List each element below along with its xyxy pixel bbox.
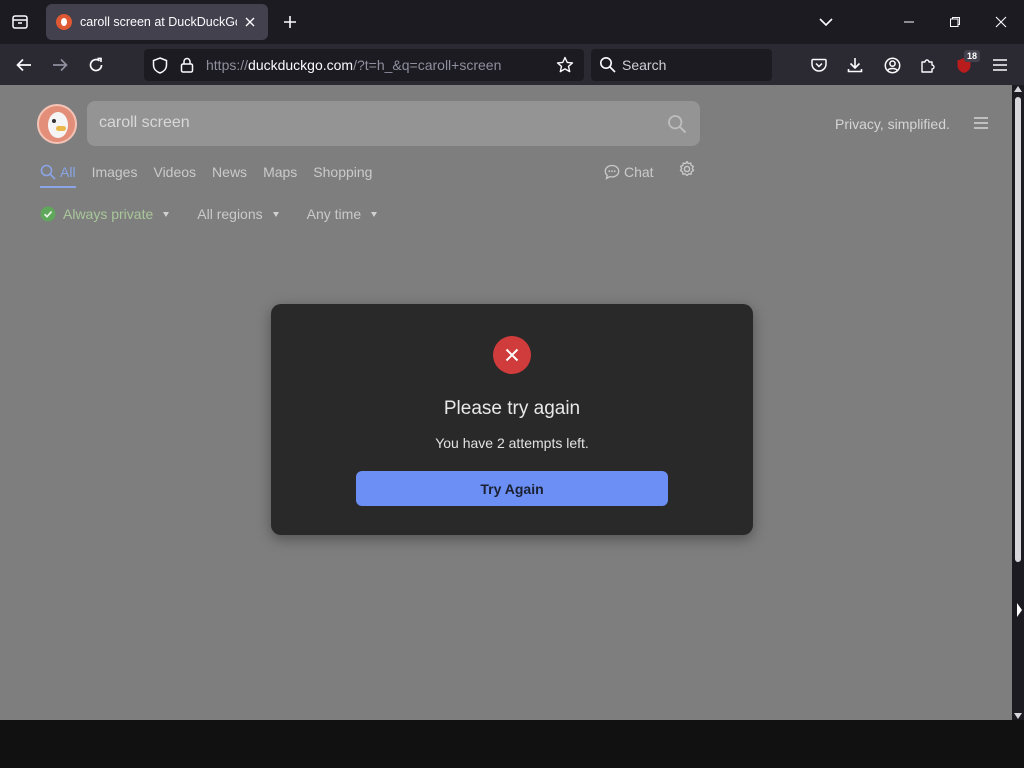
duckduckgo-favicon-icon	[56, 14, 72, 30]
dialog-title: Please try again	[443, 398, 581, 419]
tab-label: Maps	[263, 164, 298, 180]
back-arrow-icon[interactable]	[11, 52, 37, 78]
restore-window-icon[interactable]	[932, 0, 978, 44]
pocket-icon[interactable]	[806, 52, 832, 78]
tab-label: News	[212, 164, 248, 180]
tab-all[interactable]: All	[40, 158, 76, 188]
bookmark-star-icon[interactable]	[556, 56, 574, 74]
settings-gear-icon[interactable]	[678, 160, 696, 178]
caret-down-icon	[272, 211, 279, 217]
time-filter-dropdown[interactable]: Any time	[306, 206, 378, 222]
chat-label: Chat	[624, 164, 654, 180]
browser-search-bar[interactable]: Search	[591, 49, 772, 81]
filter-label: All regions	[197, 206, 263, 222]
search-icon	[40, 164, 56, 180]
dialog-message: You have 2 attempts left.	[435, 435, 589, 451]
tab-images[interactable]: Images	[92, 158, 138, 186]
chat-bubble-icon	[604, 164, 620, 180]
search-icon	[599, 56, 617, 74]
forward-arrow-icon[interactable]	[47, 52, 73, 78]
account-avatar-icon[interactable]	[879, 52, 905, 78]
tab-news[interactable]: News	[212, 158, 247, 186]
lock-icon[interactable]	[178, 56, 196, 74]
tab-bar: caroll screen at DuckDuckGo	[0, 0, 1024, 44]
close-tab-icon[interactable]	[243, 14, 258, 30]
tab-maps[interactable]: Maps	[263, 158, 297, 186]
firefox-view-icon[interactable]	[8, 10, 32, 34]
privacy-filter-dropdown[interactable]: Always private	[40, 206, 170, 222]
extension-badge-count: 18	[964, 50, 980, 62]
filter-label: Any time	[306, 206, 362, 222]
reload-icon[interactable]	[83, 52, 109, 78]
error-x-circle-icon	[493, 336, 531, 374]
browser-tab-active[interactable]: caroll screen at DuckDuckGo	[46, 4, 268, 40]
scroll-down-arrow-icon[interactable]	[1014, 713, 1022, 719]
search-icon[interactable]	[667, 114, 687, 134]
tab-shopping[interactable]: Shopping	[313, 158, 372, 186]
scrollbar-thumb[interactable]	[1015, 97, 1021, 562]
downloads-icon[interactable]	[842, 52, 868, 78]
try-again-button[interactable]: Try Again	[356, 471, 668, 506]
url-text[interactable]: https://duckduckgo.com/?t=h_&q=caroll+sc…	[206, 57, 501, 73]
navigation-toolbar: https://duckduckgo.com/?t=h_&q=caroll+sc…	[0, 44, 1024, 85]
taskbar-area	[0, 720, 1024, 768]
url-host: duckduckgo.com	[248, 57, 354, 73]
list-all-tabs-chevron-down-icon[interactable]	[814, 10, 838, 34]
close-window-icon[interactable]	[978, 0, 1024, 44]
app-menu-hamburger-icon[interactable]	[987, 52, 1013, 78]
caret-down-icon	[163, 211, 170, 217]
tab-label: All	[60, 164, 76, 180]
address-bar[interactable]: https://duckduckgo.com/?t=h_&q=caroll+sc…	[144, 49, 584, 81]
ddg-search-input[interactable]: caroll screen	[87, 101, 700, 146]
mouse-cursor-icon	[1017, 603, 1022, 617]
page-scrollbar[interactable]	[1012, 85, 1024, 720]
ublock-origin-icon[interactable]: 18	[951, 50, 980, 78]
minimize-window-icon[interactable]	[886, 0, 932, 44]
caret-down-icon	[371, 211, 378, 217]
page-viewport: caroll screen Privacy, simplified. All I…	[0, 85, 1012, 720]
region-filter-dropdown[interactable]: All regions	[197, 206, 279, 222]
ddg-menu-hamburger-icon[interactable]	[972, 116, 990, 132]
scroll-up-arrow-icon[interactable]	[1014, 86, 1022, 92]
privacy-tagline[interactable]: Privacy, simplified.	[835, 116, 950, 132]
search-placeholder: Search	[622, 57, 667, 73]
error-dialog: Please try again You have 2 attempts lef…	[271, 304, 753, 535]
url-path: /?t=h_&q=caroll+screen	[353, 57, 502, 73]
tab-videos[interactable]: Videos	[153, 158, 196, 186]
tab-label: Shopping	[313, 164, 373, 180]
tab-label: Videos	[153, 164, 197, 180]
check-circle-icon	[40, 206, 56, 222]
duckduckgo-logo[interactable]	[37, 104, 77, 144]
tab-title: caroll screen at DuckDuckGo	[80, 15, 237, 29]
search-verticals-tabs: All Images Videos News Maps Shopping	[40, 158, 388, 188]
url-scheme: https://	[206, 57, 249, 73]
search-query-text: caroll screen	[99, 114, 190, 131]
tab-label: Images	[91, 164, 138, 180]
filter-label: Always private	[63, 206, 154, 222]
chat-button[interactable]: Chat	[604, 160, 654, 184]
new-tab-plus-icon[interactable]	[278, 10, 302, 34]
tracking-protection-shield-icon[interactable]	[151, 56, 169, 74]
search-filters: Always private All regions Any time	[40, 204, 405, 224]
extensions-puzzle-icon[interactable]	[915, 52, 941, 78]
